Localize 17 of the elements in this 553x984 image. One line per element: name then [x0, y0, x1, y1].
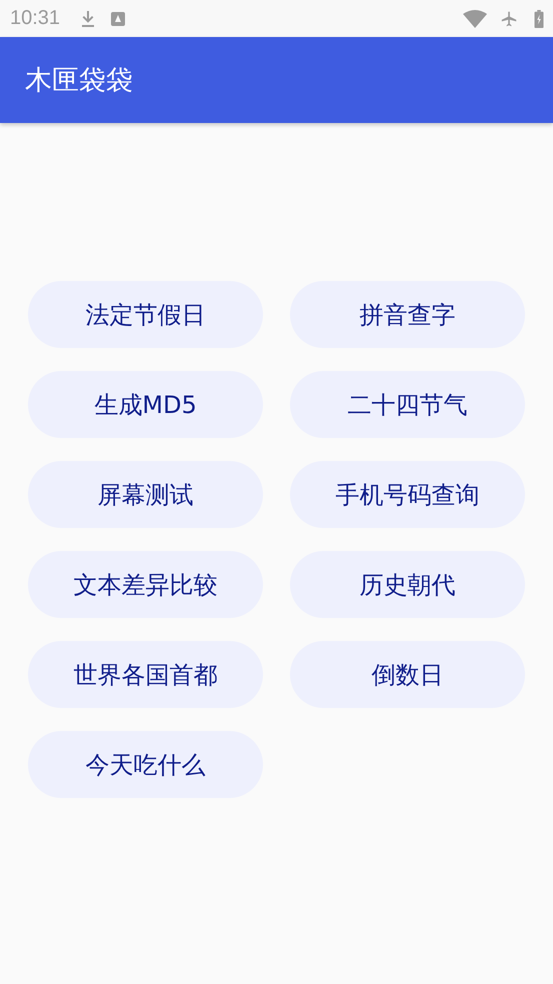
app-title: 木匣袋袋: [25, 64, 133, 98]
status-time: 10:31: [10, 7, 60, 30]
download-icon: [80, 10, 96, 28]
tool-button[interactable]: 生成MD5: [28, 371, 263, 438]
tool-button[interactable]: 拼音查字: [290, 281, 525, 348]
tool-button[interactable]: 倒数日: [290, 641, 525, 708]
tool-button[interactable]: 文本差异比较: [28, 551, 263, 618]
tool-button[interactable]: 今天吃什么: [28, 731, 263, 798]
tool-button[interactable]: 世界各国首都: [28, 641, 263, 708]
app-notification-icon: [110, 10, 126, 28]
tool-button[interactable]: 二十四节气: [290, 371, 525, 438]
wifi-icon: [463, 10, 487, 28]
tool-button[interactable]: 屏幕测试: [28, 461, 263, 528]
airplane-icon: [501, 10, 517, 28]
tool-button[interactable]: 手机号码查询: [290, 461, 525, 528]
tool-button[interactable]: 法定节假日: [28, 281, 263, 348]
tool-button[interactable]: 历史朝代: [290, 551, 525, 618]
